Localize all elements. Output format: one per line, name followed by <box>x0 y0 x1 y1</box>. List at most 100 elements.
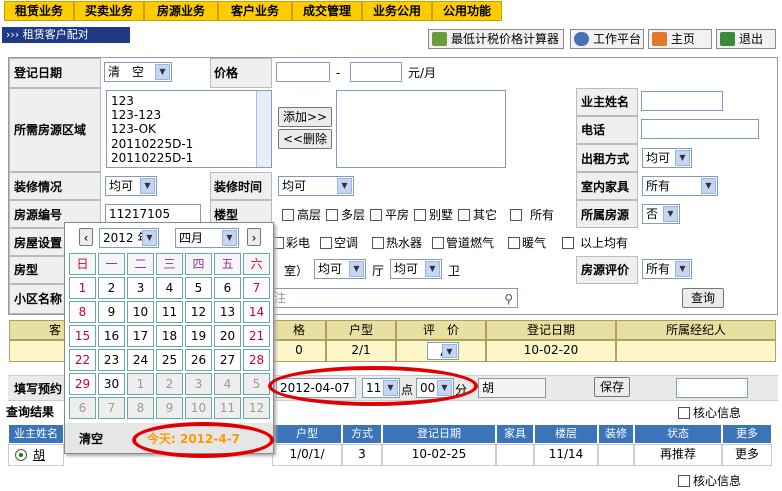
calendar-day[interactable]: 21 <box>243 325 270 347</box>
calendar-day[interactable]: 24 <box>127 349 154 371</box>
code-input[interactable]: 11217105 <box>105 204 201 224</box>
calendar-clear-button[interactable]: 清空 <box>79 432 103 446</box>
calendar-day[interactable]: 1 <box>127 373 154 395</box>
selected-area-listbox[interactable] <box>336 90 506 168</box>
checkbox-water-heater[interactable] <box>372 237 384 249</box>
calendar-day[interactable]: 8 <box>69 301 96 323</box>
scrollbar[interactable] <box>256 91 271 167</box>
calendar-day[interactable]: 15 <box>69 325 96 347</box>
checkbox-gas[interactable] <box>432 237 444 249</box>
match-eval-select[interactable]: A ▼ <box>427 342 459 360</box>
year-select[interactable]: 2012 年 ▼ <box>99 228 159 248</box>
core-info-checkbox[interactable] <box>678 407 690 419</box>
calendar-day[interactable]: 30 <box>98 373 125 395</box>
belong-select[interactable]: 否 ▼ <box>642 204 680 224</box>
table-row-owner[interactable]: 胡 <box>8 444 64 466</box>
decor-select[interactable]: 均可 ▼ <box>105 176 157 196</box>
checkbox-high-rise[interactable] <box>282 209 294 221</box>
list-item[interactable]: 123 <box>111 94 134 108</box>
calendar-day[interactable]: 2 <box>98 277 125 299</box>
schedule-extra-input[interactable] <box>676 378 748 398</box>
workbench-button[interactable]: 工作平台 <box>570 29 644 49</box>
save-button[interactable]: 保存 <box>594 377 630 397</box>
reg-date-select[interactable]: 清 空 ▼ <box>104 62 172 82</box>
calendar-day[interactable]: 27 <box>214 349 241 371</box>
calendar-day[interactable]: 4 <box>156 277 183 299</box>
calendar-day[interactable]: 4 <box>214 373 241 395</box>
more-link[interactable]: 更多 <box>722 444 772 466</box>
price-min-input[interactable] <box>276 62 330 82</box>
calendar-day[interactable]: 10 <box>127 301 154 323</box>
query-button[interactable]: 查询 <box>682 288 724 308</box>
tab-sale[interactable]: 买卖业务 <box>74 1 144 21</box>
decor-time-select[interactable]: 均可 ▼ <box>278 176 354 196</box>
checkbox-heating[interactable] <box>508 237 520 249</box>
calendar-day[interactable]: 12 <box>243 397 270 419</box>
month-select[interactable]: 四月 ▼ <box>175 228 239 248</box>
checkbox-multi-story[interactable] <box>326 209 338 221</box>
calendar-day[interactable]: 2 <box>156 373 183 395</box>
community-input[interactable]: 注 ⚲ <box>270 288 518 308</box>
calendar-day[interactable]: 23 <box>98 349 125 371</box>
phone-input[interactable] <box>641 119 759 139</box>
calendar-day[interactable]: 1 <box>69 277 96 299</box>
checkbox-other[interactable] <box>458 209 470 221</box>
calendar-day[interactable]: 8 <box>127 397 154 419</box>
price-max-input[interactable] <box>350 62 402 82</box>
list-item[interactable]: 20110225D-1 <box>111 137 193 151</box>
calendar-day[interactable]: 5 <box>243 373 270 395</box>
calendar-day[interactable]: 17 <box>127 325 154 347</box>
tab-public-func[interactable]: 公用功能 <box>432 1 502 21</box>
calendar-day[interactable]: 10 <box>185 397 212 419</box>
area-listbox[interactable]: 123 123-123 123-OK 20110225D-1 20110225D… <box>106 90 272 168</box>
calendar-day[interactable]: 7 <box>98 397 125 419</box>
calendar-day[interactable]: 5 <box>185 277 212 299</box>
calendar-day[interactable]: 11 <box>156 301 183 323</box>
checkbox-bungalow[interactable] <box>370 209 382 221</box>
furniture-select[interactable]: 所有 ▼ <box>642 176 718 196</box>
calendar-day[interactable]: 11 <box>214 397 241 419</box>
delete-button[interactable]: <<删除 <box>278 129 332 149</box>
checkbox-ac[interactable] <box>320 237 332 249</box>
calendar-day[interactable]: 13 <box>214 301 241 323</box>
calendar-day[interactable]: 25 <box>156 349 183 371</box>
calendar-day[interactable]: 6 <box>214 277 241 299</box>
eval-select[interactable]: 所有 ▼ <box>642 259 692 279</box>
calendar-day[interactable]: 3 <box>185 373 212 395</box>
logout-button[interactable]: 退出 <box>716 29 776 49</box>
tab-deal[interactable]: 成交管理 <box>292 1 362 21</box>
calendar-day[interactable]: 9 <box>98 301 125 323</box>
calendar-day[interactable]: 28 <box>243 349 270 371</box>
list-item[interactable]: 20110225D-1 <box>111 151 193 165</box>
list-item[interactable]: 123-OK <box>111 122 156 136</box>
calendar-day[interactable]: 19 <box>185 325 212 347</box>
calendar-day[interactable]: 26 <box>185 349 212 371</box>
calendar-day[interactable]: 3 <box>127 277 154 299</box>
tab-rental[interactable]: 租赁业务 <box>4 1 74 21</box>
checkbox-all[interactable] <box>510 209 522 221</box>
calendar-day[interactable]: 6 <box>69 397 96 419</box>
calendar-day[interactable]: 16 <box>98 325 125 347</box>
tab-customer[interactable]: 客户业务 <box>218 1 292 21</box>
tax-calculator-button[interactable]: 最低计税价格计算器 <box>428 29 564 49</box>
tab-property[interactable]: 房源业务 <box>144 1 218 21</box>
row-owner-name[interactable]: 胡 <box>33 446 45 464</box>
row-radio[interactable] <box>15 449 27 461</box>
add-button[interactable]: 添加>> <box>278 107 332 127</box>
next-month-button[interactable]: › <box>247 228 261 246</box>
home-button[interactable]: 主页 <box>648 29 712 49</box>
tab-common[interactable]: 业务公用 <box>362 1 432 21</box>
prev-month-button[interactable]: ‹ <box>79 228 93 246</box>
calendar-day[interactable]: 14 <box>243 301 270 323</box>
calendar-day[interactable]: 7 <box>243 277 270 299</box>
calendar-day[interactable]: 20 <box>214 325 241 347</box>
hall-select[interactable]: 均可 ▼ <box>314 259 366 279</box>
list-item[interactable]: 123-123 <box>111 108 161 122</box>
calendar-day[interactable]: 29 <box>69 373 96 395</box>
calendar-day[interactable]: 9 <box>156 397 183 419</box>
core-info-checkbox-bottom[interactable] <box>678 475 690 487</box>
checkbox-villa[interactable] <box>414 209 426 221</box>
schedule-name-input[interactable]: 胡 <box>478 378 546 398</box>
checkbox-all-above[interactable] <box>562 237 574 249</box>
calendar-day[interactable]: 22 <box>69 349 96 371</box>
